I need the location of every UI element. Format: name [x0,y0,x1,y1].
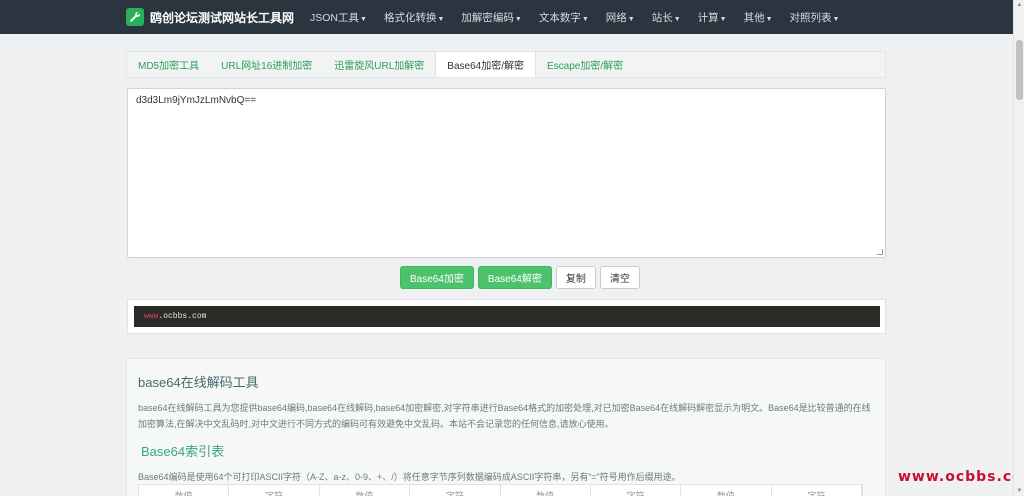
table-header-cell: 数值 [681,485,772,496]
nav-item-reference[interactable]: 对照列表▼ [790,10,840,25]
vertical-scrollbar[interactable]: ▲ ▼ [1013,0,1024,496]
brand[interactable]: 鸥创论坛测试网站长工具网 [126,8,294,26]
index-description: Base64编码是使用64个可打印ASCII字符（A-Z、a-z、0-9、+、/… [138,472,681,482]
output-domain: .ocbbs.com [158,312,207,321]
table-header-cell: 字符 [591,485,682,496]
tab-md5[interactable]: MD5加密工具 [127,52,210,77]
caret-down-icon: ▼ [514,15,522,23]
index-table-title: Base64索引表 [141,444,225,459]
copy-button[interactable]: 复制 [555,266,596,289]
nav-item-webmaster[interactable]: 站长▼ [652,10,681,25]
input-text: d3d3Lm9jYmJzLmNvbQ== [136,95,257,106]
nav-item-other[interactable]: 其他▼ [744,10,773,25]
clear-button[interactable]: 清空 [599,266,640,289]
scroll-down-icon[interactable]: ▼ [1016,488,1023,494]
tab-thunder-url[interactable]: 迅雷旋风URL加解密 [323,52,435,77]
caret-down-icon: ▼ [673,15,681,23]
navbar: 鸥创论坛测试网站长工具网 JSON工具▼ 格式化转换▼ 加解密编码▼ 文本数字▼… [0,0,1013,34]
brand-title: 鸥创论坛测试网站长工具网 [150,10,295,25]
tab-base64[interactable]: Base64加密/解密 [435,52,536,77]
nav-item-encrypt[interactable]: 加解密编码▼ [461,10,521,25]
table-header-cell: 字符 [772,485,862,496]
table-header-cell: 字符 [229,485,320,496]
caret-down-icon: ▼ [437,15,445,23]
scrollbar-thumb[interactable] [1016,40,1023,100]
caret-down-icon: ▼ [627,15,635,23]
input-textarea[interactable]: d3d3Lm9jYmJzLmNvbQ== [127,88,886,258]
table-header-cell: 字符 [410,485,501,496]
tool-tabs: MD5加密工具 URL网址16进制加密 迅雷旋风URL加解密 Base64加密/… [126,51,886,78]
base64-decode-button[interactable]: Base64解密 [477,266,552,289]
nav-item-format[interactable]: 格式化转换▼ [384,10,444,25]
nav-item-calc[interactable]: 计算▼ [698,10,727,25]
caret-down-icon: ▼ [765,15,773,23]
nav-menu: JSON工具▼ 格式化转换▼ 加解密编码▼ 文本数字▼ 网络▼ 站长▼ 计算▼ … [310,10,856,25]
nav-item-json[interactable]: JSON工具▼ [310,10,367,25]
caret-down-icon: ▼ [719,15,727,23]
nav-item-text[interactable]: 文本数字▼ [539,10,589,25]
scroll-up-icon[interactable]: ▲ [1016,2,1023,8]
info-description: base64在线解码工具为您提供base64编码,base64在线解码,base… [138,403,871,429]
info-box: base64在线解码工具 base64在线解码工具为您提供base64编码,ba… [126,358,886,496]
caret-down-icon: ▼ [581,15,589,23]
page: 鸥创论坛测试网站长工具网 JSON工具▼ 格式化转换▼ 加解密编码▼ 文本数字▼… [0,0,1024,496]
base64-encode-button[interactable]: Base64加密 [400,266,474,289]
wrench-icon [126,8,144,26]
table-header-cell: 数值 [501,485,591,496]
output-code[interactable]: www .ocbbs.com [134,306,880,327]
resize-handle-icon[interactable] [877,249,883,255]
table-header-cell: 数值 [320,485,411,496]
nav-item-network[interactable]: 网络▼ [606,10,635,25]
action-buttons: Base64加密 Base64解密 复制 清空 [400,266,640,289]
tab-url-hex[interactable]: URL网址16进制加密 [210,52,323,77]
caret-down-icon: ▼ [360,15,367,23]
info-title: base64在线解码工具 [138,375,259,390]
index-table-header: 数值 字符 数值 字符 数值 字符 数值 字符 [138,484,863,496]
table-header-cell: 数值 [139,485,230,496]
output-panel: www .ocbbs.com [127,299,886,334]
output-www: www [144,312,159,321]
tab-escape[interactable]: Escape加密/解密 [536,52,634,77]
watermark: www.ocbbs.com [898,469,1024,485]
caret-down-icon: ▼ [832,15,840,23]
